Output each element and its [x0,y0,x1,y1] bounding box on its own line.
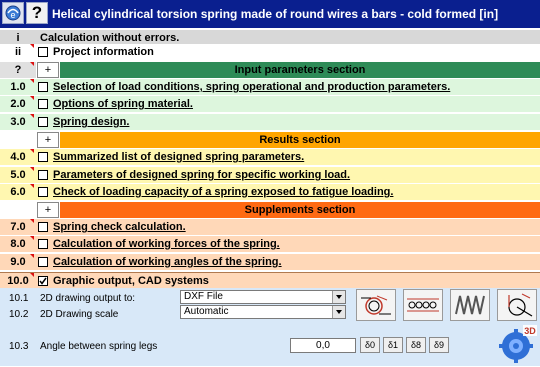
row-checkbox-checked[interactable] [38,276,48,286]
row-checkbox[interactable] [38,239,48,249]
select-value: Automatic [184,306,229,317]
row-label: Graphic output, CAD systems [53,275,209,287]
comment-marker-icon [30,254,34,258]
leg-angle-input[interactable]: 0,0 [290,338,356,353]
section-input-header[interactable]: ? + Input parameters section [0,62,540,78]
row-label[interactable]: Calculation of working angles of the spr… [53,254,282,270]
param-label: Angle between spring legs [40,341,158,352]
comment-marker-icon [30,167,34,171]
row-fatigue-check[interactable]: 6.0 Check of loading capacity of a sprin… [0,184,540,200]
dropdown-arrow-icon[interactable] [332,306,345,318]
section-title: Results section [60,132,540,148]
row-load-conditions[interactable]: 1.0 Selection of load conditions, spring… [0,79,540,95]
row-working-forces[interactable]: 8.0 Calculation of working forces of the… [0,236,540,252]
comment-marker-icon [30,96,34,100]
section-supplements-header[interactable]: + Supplements section [0,202,540,218]
row-label[interactable]: Calculation of working forces of the spr… [53,236,280,252]
row-checkbox[interactable] [38,47,48,57]
drawing-scale-select[interactable]: Automatic [180,305,346,319]
row-summary-list[interactable]: 4.0 Summarized list of designed spring p… [0,149,540,165]
svg-text:e: e [10,10,15,20]
row-working-load[interactable]: 5.0 Parameters of designed spring for sp… [0,167,540,183]
cad-badge: 3D [524,326,536,336]
row-label[interactable]: Spring check calculation. [53,219,186,235]
spring-coil-icon [455,295,485,315]
row-label[interactable]: Check of loading capacity of a spring ex… [53,184,393,200]
comment-marker-icon [30,149,34,153]
title-bar: e ? Helical cylindrical torsion spring m… [0,0,540,28]
angle-preset-button[interactable]: δ9 [429,337,449,353]
row-spring-check[interactable]: 7.0 Spring check calculation. [0,219,540,235]
param-number: 10.3 [9,341,29,352]
row-label[interactable]: Options of spring material. [53,96,193,112]
angle-preset-button[interactable]: δ8 [406,337,426,353]
row-checkbox[interactable] [38,257,48,267]
section-title: Supplements section [60,202,540,218]
help-question-icon[interactable]: ? [26,2,48,24]
help-browser-icon[interactable]: e [2,2,24,24]
row-checkbox[interactable] [38,187,48,197]
draw-side-view-button[interactable] [356,289,396,321]
row-material-options[interactable]: 2.0 Options of spring material. [0,96,540,112]
param-label: 2D Drawing scale [40,309,119,320]
drawing-output-select[interactable]: DXF File [180,290,346,304]
draw-detail-view-button[interactable] [497,289,537,321]
row-checkbox[interactable] [38,82,48,92]
comment-marker-icon [30,273,34,277]
spring-leg-view-icon [508,293,533,317]
comment-marker-icon [30,114,34,118]
param-number: 10.2 [9,309,29,320]
section-results-header[interactable]: + Results section [0,132,540,148]
param-number: 10.1 [9,293,29,304]
row-spring-design[interactable]: 3.0 Spring design. [0,114,540,130]
row-graphic-output[interactable]: 10.0 Graphic output, CAD systems [0,272,540,288]
comment-marker-icon [30,44,34,48]
expand-section-button[interactable]: + [37,62,59,78]
draw-front-view-button[interactable] [403,289,443,321]
row-label[interactable]: Selection of load conditions, spring ope… [53,79,450,95]
row-checkbox[interactable] [38,152,48,162]
cad-3d-button[interactable]: 3D [498,324,538,364]
expand-section-button[interactable]: + [37,132,59,148]
row-checkbox[interactable] [38,117,48,127]
angle-preset-button[interactable]: δ0 [360,337,380,353]
window-title: Helical cylindrical torsion spring made … [52,7,499,21]
checkmark-icon [39,277,47,285]
row-checkbox[interactable] [38,170,48,180]
comment-marker-icon [30,79,34,83]
angle-preset-button[interactable]: δ1 [383,337,403,353]
row-working-angles[interactable]: 9.0 Calculation of working angles of the… [0,254,540,270]
row-checkbox[interactable] [38,99,48,109]
param-label: 2D drawing output to: [40,293,136,304]
comment-marker-icon [30,62,34,66]
spring-side-view-icon [361,295,391,315]
row-checkbox[interactable] [38,222,48,232]
comment-marker-icon [30,184,34,188]
draw-coil-view-button[interactable] [450,289,490,321]
spring-front-view-icon [407,298,439,312]
expand-section-button[interactable]: + [37,202,59,218]
row-project-information[interactable]: ii Project information [0,44,540,60]
comment-marker-icon [30,219,34,223]
row-label[interactable]: Parameters of designed spring for specif… [53,167,350,183]
comment-marker-icon [30,236,34,240]
row-label[interactable]: Summarized list of designed spring param… [53,149,304,165]
select-value: DXF File [184,291,223,302]
row-label: Project information [53,46,154,58]
dropdown-arrow-icon[interactable] [332,291,345,303]
gear-3d-icon: 3D [499,325,537,363]
section-title: Input parameters section [60,62,540,78]
row-label[interactable]: Spring design. [53,114,129,130]
